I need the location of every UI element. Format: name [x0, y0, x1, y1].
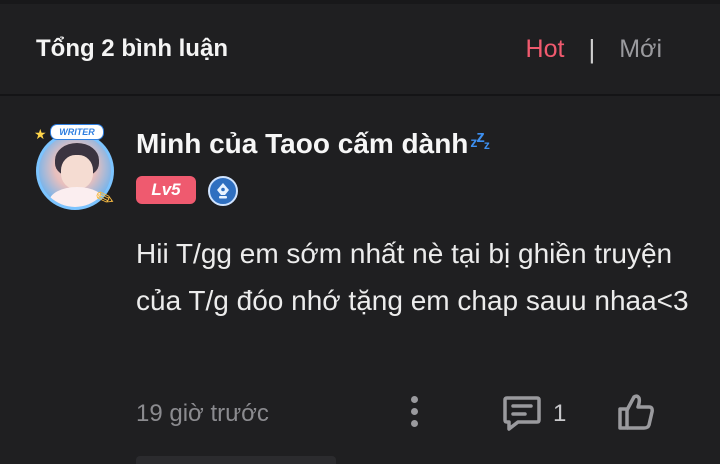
- reply-count: 1: [553, 400, 567, 427]
- sort-new-tab[interactable]: Mới: [619, 35, 662, 64]
- avatar-frame-label: WRITER: [50, 124, 104, 140]
- pen-icon: ✎: [92, 183, 118, 214]
- next-comment-edge: [136, 456, 336, 464]
- avatar[interactable]: WRITER ★ ✎: [30, 124, 122, 216]
- star-icon: ★: [34, 126, 47, 142]
- comment-icon[interactable]: [502, 394, 542, 437]
- zzz-icon: zzz: [470, 127, 490, 152]
- sort-toggle: Hot | Mới: [526, 34, 662, 65]
- avatar-face: [61, 155, 93, 189]
- comment-actions: 19 giờ trước 1: [0, 388, 720, 440]
- thumbs-up-icon[interactable]: [616, 392, 656, 437]
- level-badge: Lv5: [136, 176, 196, 204]
- sort-hot-tab[interactable]: Hot: [526, 35, 565, 64]
- sort-separator: |: [588, 33, 596, 64]
- writer-pen-badge-icon: [208, 176, 238, 206]
- comment-count-title: Tổng 2 bình luận: [36, 35, 228, 62]
- comment-item: WRITER ★ ✎ Minh của Taoo cấm dành zzz Lv5…: [0, 98, 720, 464]
- username[interactable]: Minh của Taoo cấm dành zzz: [136, 127, 490, 160]
- comments-header: Tổng 2 bình luận Hot | Mới: [0, 4, 720, 96]
- comment-text: Hii T/gg em sớm nhất nè tại bị ghiền tru…: [136, 238, 689, 316]
- username-text: Minh của Taoo cấm dành: [136, 128, 469, 159]
- comment-timestamp: 19 giờ trước: [136, 400, 269, 427]
- more-vertical-icon[interactable]: [408, 396, 420, 430]
